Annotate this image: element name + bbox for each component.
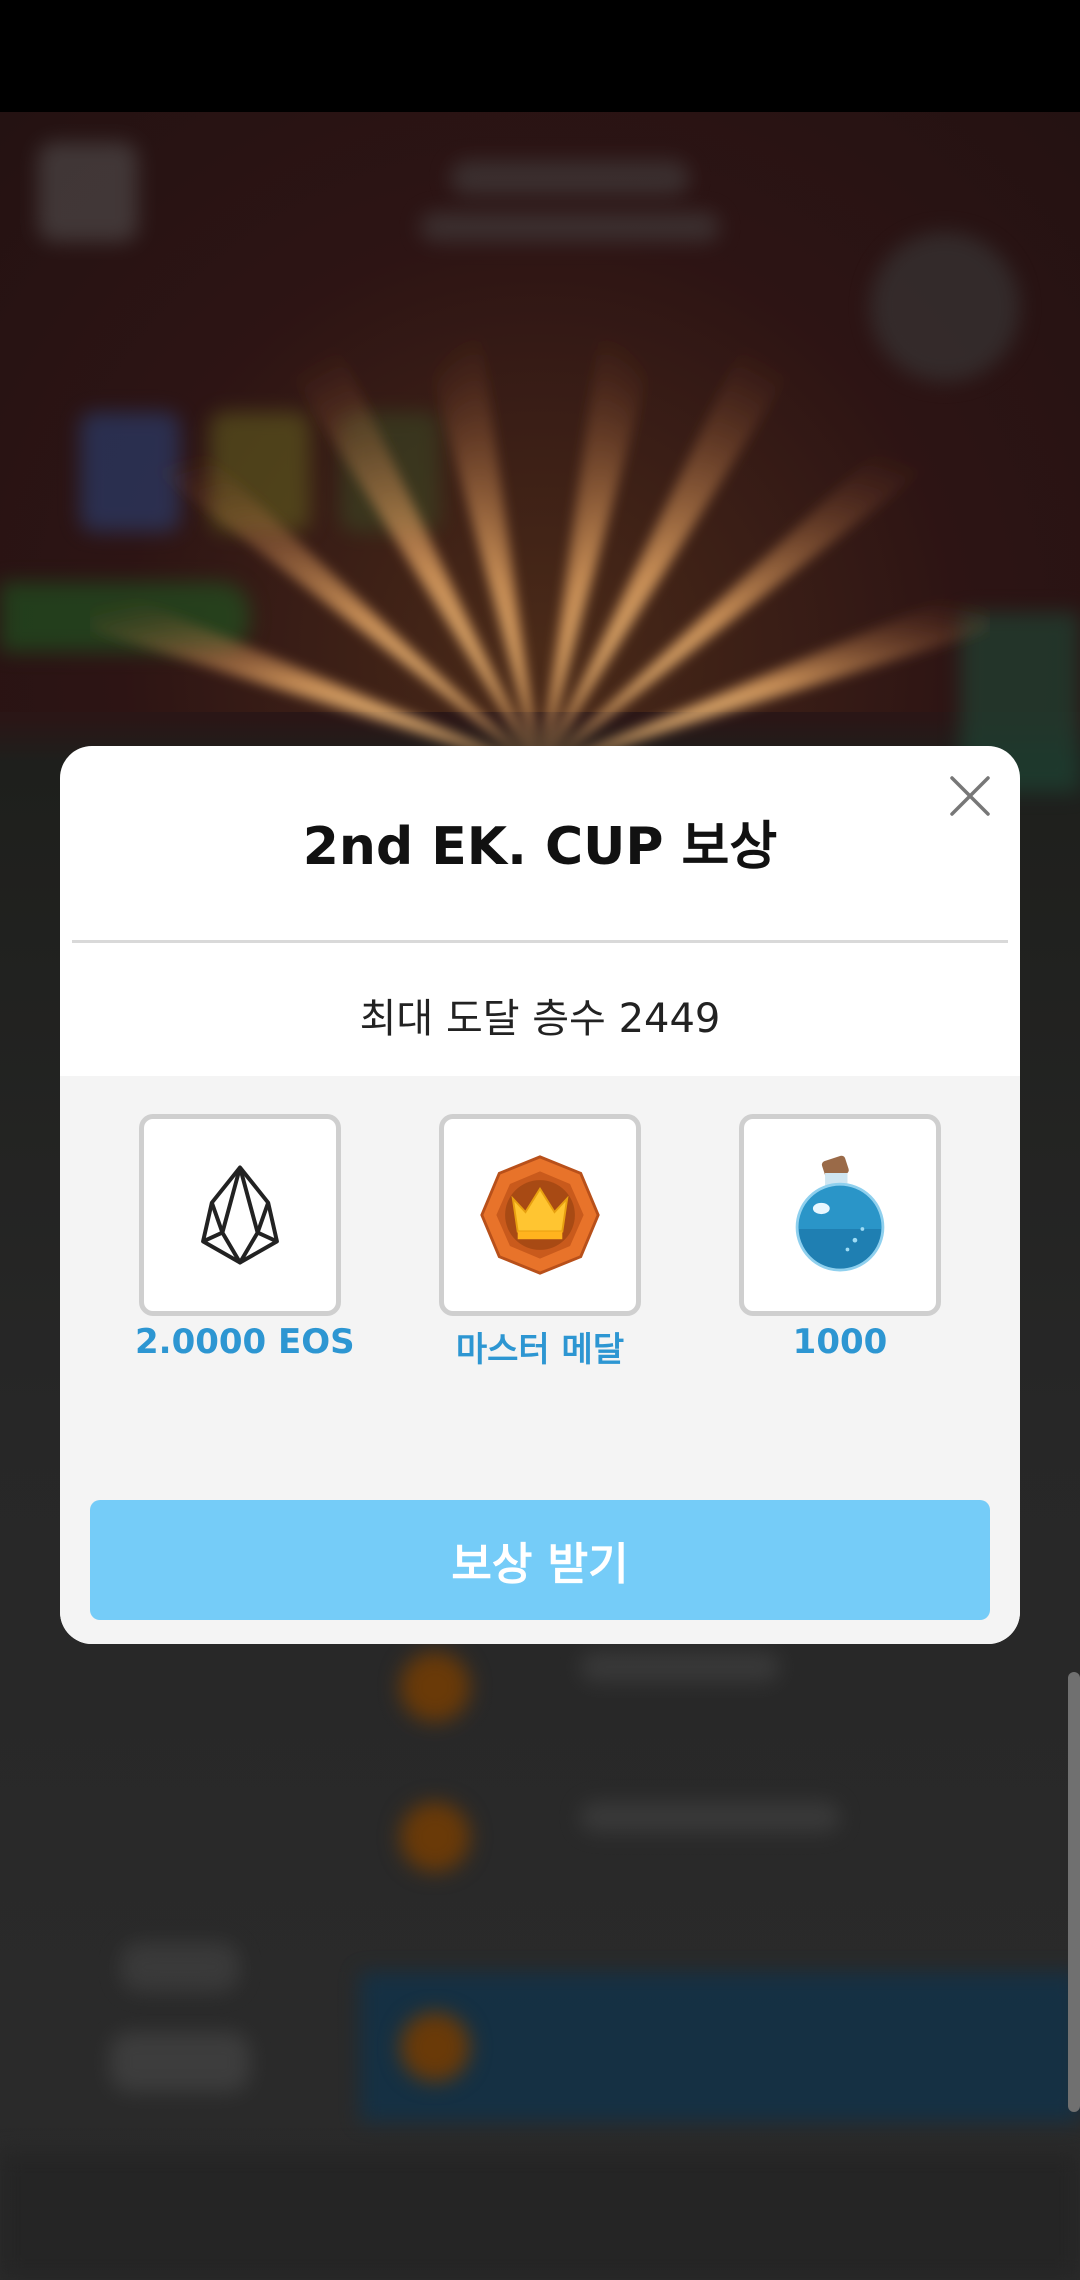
reward-label: 2.0000 EOS: [135, 1322, 355, 1362]
background-logo: [38, 142, 138, 242]
background-label: [120, 1942, 240, 1992]
reward-box: [139, 1114, 341, 1316]
reward-item-master-medal: 마스터 메달: [435, 1114, 645, 1371]
reward-list: 2.0000 EOS 마스터 메달 1000 보상 받기: [60, 1076, 1020, 1644]
background-row-text: [580, 1802, 840, 1832]
background-row-icon: [400, 2012, 470, 2082]
background-row-icon: [400, 1802, 470, 1872]
reward-item-potion: 1000: [735, 1114, 945, 1362]
claim-reward-button[interactable]: 보상 받기: [90, 1500, 990, 1620]
potion-icon: [795, 1155, 885, 1272]
reward-item-eos: 2.0000 EOS: [135, 1114, 355, 1362]
background-row-icon: [400, 1652, 470, 1722]
divider: [72, 940, 1008, 943]
reward-label: 1000: [792, 1322, 888, 1362]
max-floor-text: 최대 도달 층수 2449: [359, 996, 721, 1042]
background-label: [110, 2032, 250, 2092]
background-bar: [420, 212, 720, 242]
master-medal-icon: [480, 1155, 600, 1275]
sunburst-rays: [90, 330, 990, 770]
background-bar: [450, 160, 690, 196]
status-bar: [0, 0, 1080, 112]
reward-label: 마스터 메달: [455, 1330, 625, 1370]
scrollbar[interactable]: [1068, 1672, 1080, 2112]
reward-modal: 2nd EK. CUP 보상 최대 도달 층수 2449 2.0000 EOS: [60, 746, 1020, 1644]
background-tab-bar: [0, 2152, 1080, 2280]
eos-icon: [201, 1165, 279, 1265]
background-row-text: [580, 1652, 780, 1682]
reward-box: [439, 1114, 641, 1316]
modal-title: 2nd EK. CUP 보상: [302, 817, 778, 877]
reward-box: [739, 1114, 941, 1316]
